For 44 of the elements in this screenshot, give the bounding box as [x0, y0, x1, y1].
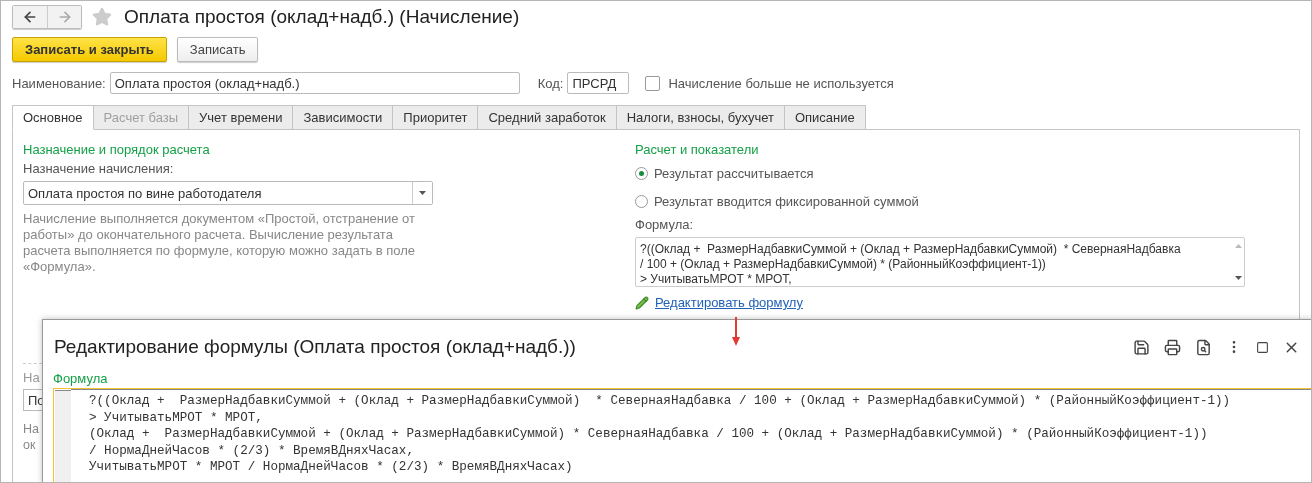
dialog-title: Редактирование формулы (Оплата простоя (оклад+надб.)): [54, 336, 577, 358]
description-text: На: [23, 421, 39, 437]
code-field[interactable]: ПРСРД: [567, 72, 630, 94]
edit-formula-link[interactable]: Редактировать формулу: [655, 295, 803, 310]
checkbox-label: Начисление больше не используется: [668, 75, 894, 91]
preview-icon[interactable]: [1195, 338, 1212, 356]
tab[interactable]: Описание: [783, 105, 866, 130]
radio-label: Результат рассчитывается: [654, 166, 814, 181]
field-label: Формула: [53, 371, 109, 386]
back-button[interactable]: [13, 6, 47, 28]
pencil-icon: [635, 295, 649, 310]
maximize-icon[interactable]: [1256, 340, 1269, 354]
description-text: ок: [23, 437, 37, 453]
printer-icon[interactable]: [1164, 338, 1181, 356]
checkbox[interactable]: [645, 75, 661, 91]
formula-label: Формула:: [635, 217, 694, 232]
radio-button[interactable]: [635, 195, 648, 208]
dropdown-caret-icon[interactable]: [412, 182, 432, 204]
tab[interactable]: Основное: [12, 105, 94, 130]
tab[interactable]: Учет времени: [188, 105, 294, 130]
scroll-down-icon[interactable]: [1234, 276, 1242, 280]
tab[interactable]: Средний заработок: [477, 105, 617, 130]
tab[interactable]: Приоритет: [392, 105, 479, 130]
tab[interactable]: Налоги, взносы, бухучет: [615, 105, 785, 130]
tab[interactable]: Зависимости: [292, 105, 394, 130]
save-and-close-button[interactable]: Записать и закрыть: [12, 37, 167, 62]
window-title: Оплата простоя (оклад+надб.) (Начисление): [124, 6, 520, 28]
section-title: Назначение и порядок расчета: [23, 142, 210, 157]
formula-field[interactable]: ?((Оклад + РазмерНадбавкиСуммой + (Оклад + РазмерНадбавкиСуммой) * СевернаяНадбавка / 100 + (Оклад + РазмерНадбавкиСуммой) * (РайонныйКоэффициент-1)) > УчитыватьМРОТ * МРОТ,: [635, 237, 1245, 287]
name-label: Наименование:: [12, 75, 106, 91]
purpose-dropdown[interactable]: Оплата простоя по вине работодателя: [23, 181, 433, 205]
star-icon[interactable]: [92, 7, 112, 27]
code-label: Код:: [537, 75, 564, 91]
save-button[interactable]: Записать: [176, 37, 259, 62]
description-text: Начисление выполняется документом «Простой, отстранение от работы» до окончательного расчета. Вычисление результата расчета выполняется по формуле, которую можно задать в поле «Формула».: [23, 211, 417, 275]
annotation-arrow: [731, 317, 741, 347]
arrow-left-icon: [22, 9, 38, 25]
field-label: На: [23, 370, 40, 385]
name-field[interactable]: Оплата простоя (оклад+надб.): [109, 72, 520, 94]
radio-label: Результат вводится фиксированной суммой: [654, 194, 919, 209]
section-title: Расчет и показатели: [635, 142, 759, 157]
radio-button[interactable]: [635, 167, 648, 180]
field-label: Назначение начисления:: [23, 161, 174, 176]
save-icon[interactable]: [1133, 338, 1150, 356]
